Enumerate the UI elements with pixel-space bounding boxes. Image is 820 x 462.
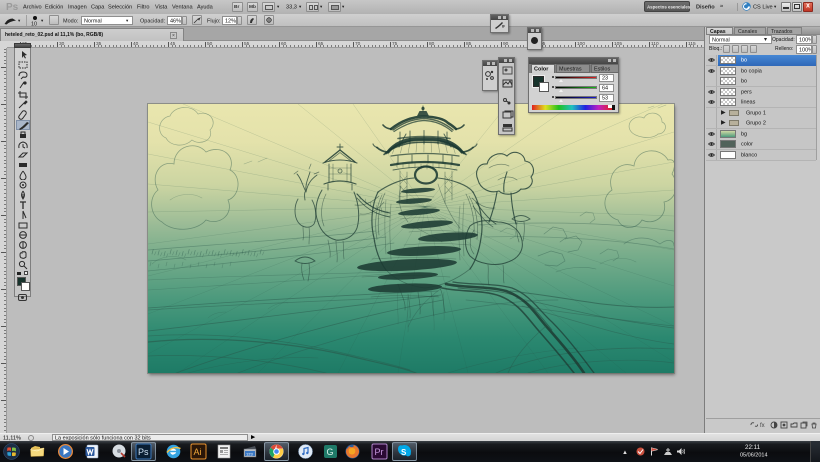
svg-text:Ai: Ai [194,447,202,457]
svg-text:G: G [327,447,334,457]
svg-text:S: S [401,448,407,457]
svg-text:123: 123 [246,452,253,457]
svg-text:fx: fx [760,423,765,429]
svg-text:Ps: Ps [138,447,149,457]
svg-text:Pr: Pr [375,447,384,457]
